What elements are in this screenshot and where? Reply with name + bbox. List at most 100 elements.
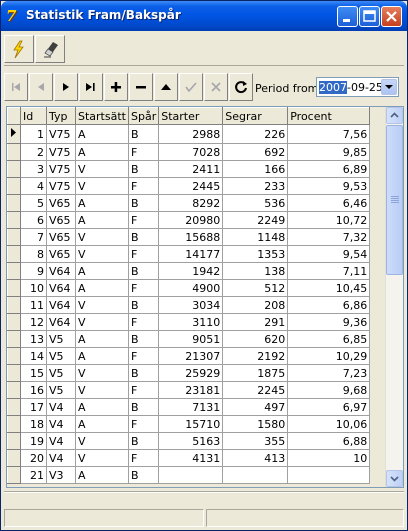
cell-starts-tt[interactable]: V — [75, 160, 129, 178]
cell-starts-tt[interactable]: V — [75, 381, 129, 399]
cell-starts-tt[interactable]: A — [75, 211, 129, 229]
row-indicator[interactable] — [7, 124, 21, 144]
cell-segrar[interactable] — [222, 466, 289, 484]
period-from-value[interactable]: 2007-09-25 — [319, 81, 383, 94]
cell-starter[interactable]: 21307 — [158, 347, 224, 365]
cell-sp-r[interactable]: B — [127, 228, 160, 246]
cell-procent[interactable]: 9,54 — [287, 245, 371, 263]
row-indicator[interactable] — [7, 381, 21, 399]
cell-starter[interactable]: 4900 — [158, 279, 224, 297]
cell-typ[interactable]: V65 — [46, 194, 76, 212]
cell-starts-tt[interactable]: V — [75, 228, 129, 246]
next-record-button[interactable] — [54, 73, 78, 101]
cell-id[interactable]: 6 — [20, 211, 47, 229]
cell-segrar[interactable]: 166 — [222, 160, 289, 178]
lightning-button[interactable] — [4, 35, 34, 63]
row-indicator[interactable] — [7, 313, 21, 331]
cell-starter[interactable] — [158, 466, 224, 484]
cell-segrar[interactable]: 2245 — [222, 381, 289, 399]
row-indicator[interactable] — [7, 177, 21, 195]
cell-procent[interactable]: 6,88 — [287, 432, 371, 450]
scroll-down-button[interactable] — [386, 470, 403, 487]
cell-starter[interactable]: 3034 — [158, 296, 224, 314]
post-record-button[interactable] — [179, 73, 203, 101]
cell-typ[interactable]: V75 — [46, 143, 76, 161]
cell-typ[interactable]: V75 — [46, 177, 76, 195]
cell-starts-tt[interactable]: V — [75, 296, 129, 314]
cell-sp-r[interactable]: B — [127, 364, 160, 382]
row-indicator[interactable] — [7, 245, 21, 263]
cell-sp-r[interactable]: B — [127, 262, 160, 280]
cell-starts-tt[interactable]: A — [75, 194, 129, 212]
table-row[interactable]: 19 V4 V B 5163 355 6,88 — [7, 432, 371, 450]
cell-procent[interactable]: 6,86 — [287, 296, 371, 314]
cell-typ[interactable]: V64 — [46, 262, 76, 280]
cell-id[interactable]: 12 — [20, 313, 47, 331]
cell-sp-r[interactable]: B — [127, 194, 160, 212]
period-dropdown-button[interactable] — [381, 79, 397, 95]
last-record-button[interactable] — [79, 73, 103, 101]
period-from-combo[interactable]: 2007-09-25 — [316, 77, 399, 97]
cell-typ[interactable]: V65 — [46, 228, 76, 246]
cell-typ[interactable]: V4 — [46, 415, 76, 433]
cell-id[interactable]: 8 — [20, 245, 47, 263]
cell-typ[interactable]: V3 — [46, 466, 76, 484]
cell-starts-tt[interactable]: A — [75, 143, 129, 161]
eraser-button[interactable] — [35, 35, 65, 63]
cell-sp-r[interactable]: F — [127, 211, 160, 229]
cell-typ[interactable]: V4 — [46, 449, 76, 467]
table-row[interactable]: 4 V75 V F 2445 233 9,53 — [7, 177, 371, 195]
cell-id[interactable]: 10 — [20, 279, 47, 297]
row-indicator[interactable] — [7, 432, 21, 450]
cell-segrar[interactable]: 233 — [222, 177, 289, 195]
row-indicator[interactable] — [7, 228, 21, 246]
cell-sp-r[interactable]: F — [127, 449, 160, 467]
prior-record-button[interactable] — [29, 73, 53, 101]
cell-starter[interactable]: 23181 — [158, 381, 224, 399]
table-row[interactable]: 7 V65 V B 15688 1148 7,32 — [7, 228, 371, 246]
cell-segrar[interactable]: 413 — [222, 449, 289, 467]
column-header-procent[interactable]: Procent — [287, 107, 371, 125]
cell-id[interactable]: 14 — [20, 347, 47, 365]
table-row[interactable]: 11 V64 V B 3034 208 6,86 — [7, 296, 371, 314]
delete-record-button[interactable] — [129, 73, 153, 101]
cell-procent[interactable]: 10,45 — [287, 279, 371, 297]
cell-starter[interactable]: 3110 — [158, 313, 224, 331]
cell-typ[interactable]: V5 — [46, 381, 76, 399]
table-row[interactable]: 20 V4 V F 4131 413 10 — [7, 449, 371, 467]
cell-procent[interactable]: 7,32 — [287, 228, 371, 246]
cell-starts-tt[interactable]: A — [75, 415, 129, 433]
row-indicator[interactable] — [7, 330, 21, 348]
cell-procent[interactable]: 10 — [287, 449, 371, 467]
table-row[interactable]: 18 V4 A F 15710 1580 10,06 — [7, 415, 371, 433]
cell-id[interactable]: 20 — [20, 449, 47, 467]
row-indicator[interactable] — [7, 143, 21, 161]
cell-starts-tt[interactable]: V — [75, 245, 129, 263]
maximize-button[interactable] — [359, 6, 380, 27]
row-indicator[interactable] — [7, 449, 21, 467]
cell-starter[interactable]: 5163 — [158, 432, 224, 450]
cell-typ[interactable]: V4 — [46, 432, 76, 450]
cell-typ[interactable]: V5 — [46, 330, 76, 348]
cell-sp-r[interactable]: B — [127, 160, 160, 178]
title-bar[interactable]: 7 Statistik Fram/Bakspår — [1, 1, 407, 31]
cell-segrar[interactable]: 497 — [222, 398, 289, 416]
cell-id[interactable]: 19 — [20, 432, 47, 450]
cell-typ[interactable]: V75 — [46, 124, 76, 144]
cell-starter[interactable]: 2988 — [158, 124, 224, 144]
table-row[interactable]: 5 V65 A B 8292 536 6,46 — [7, 194, 371, 212]
cell-segrar[interactable]: 1580 — [222, 415, 289, 433]
cell-segrar[interactable]: 226 — [222, 124, 289, 144]
row-indicator[interactable] — [7, 296, 21, 314]
cell-sp-r[interactable]: B — [127, 398, 160, 416]
cell-segrar[interactable]: 1353 — [222, 245, 289, 263]
cell-starts-tt[interactable]: A — [75, 398, 129, 416]
cell-id[interactable]: 15 — [20, 364, 47, 382]
table-row[interactable]: 13 V5 A B 9051 620 6,85 — [7, 330, 371, 348]
scroll-thumb[interactable] — [386, 125, 403, 275]
cell-sp-r[interactable]: F — [127, 279, 160, 297]
edit-record-button[interactable] — [154, 73, 178, 101]
row-indicator[interactable] — [7, 398, 21, 416]
cell-starts-tt[interactable]: A — [75, 124, 129, 144]
row-indicator[interactable] — [7, 364, 21, 382]
